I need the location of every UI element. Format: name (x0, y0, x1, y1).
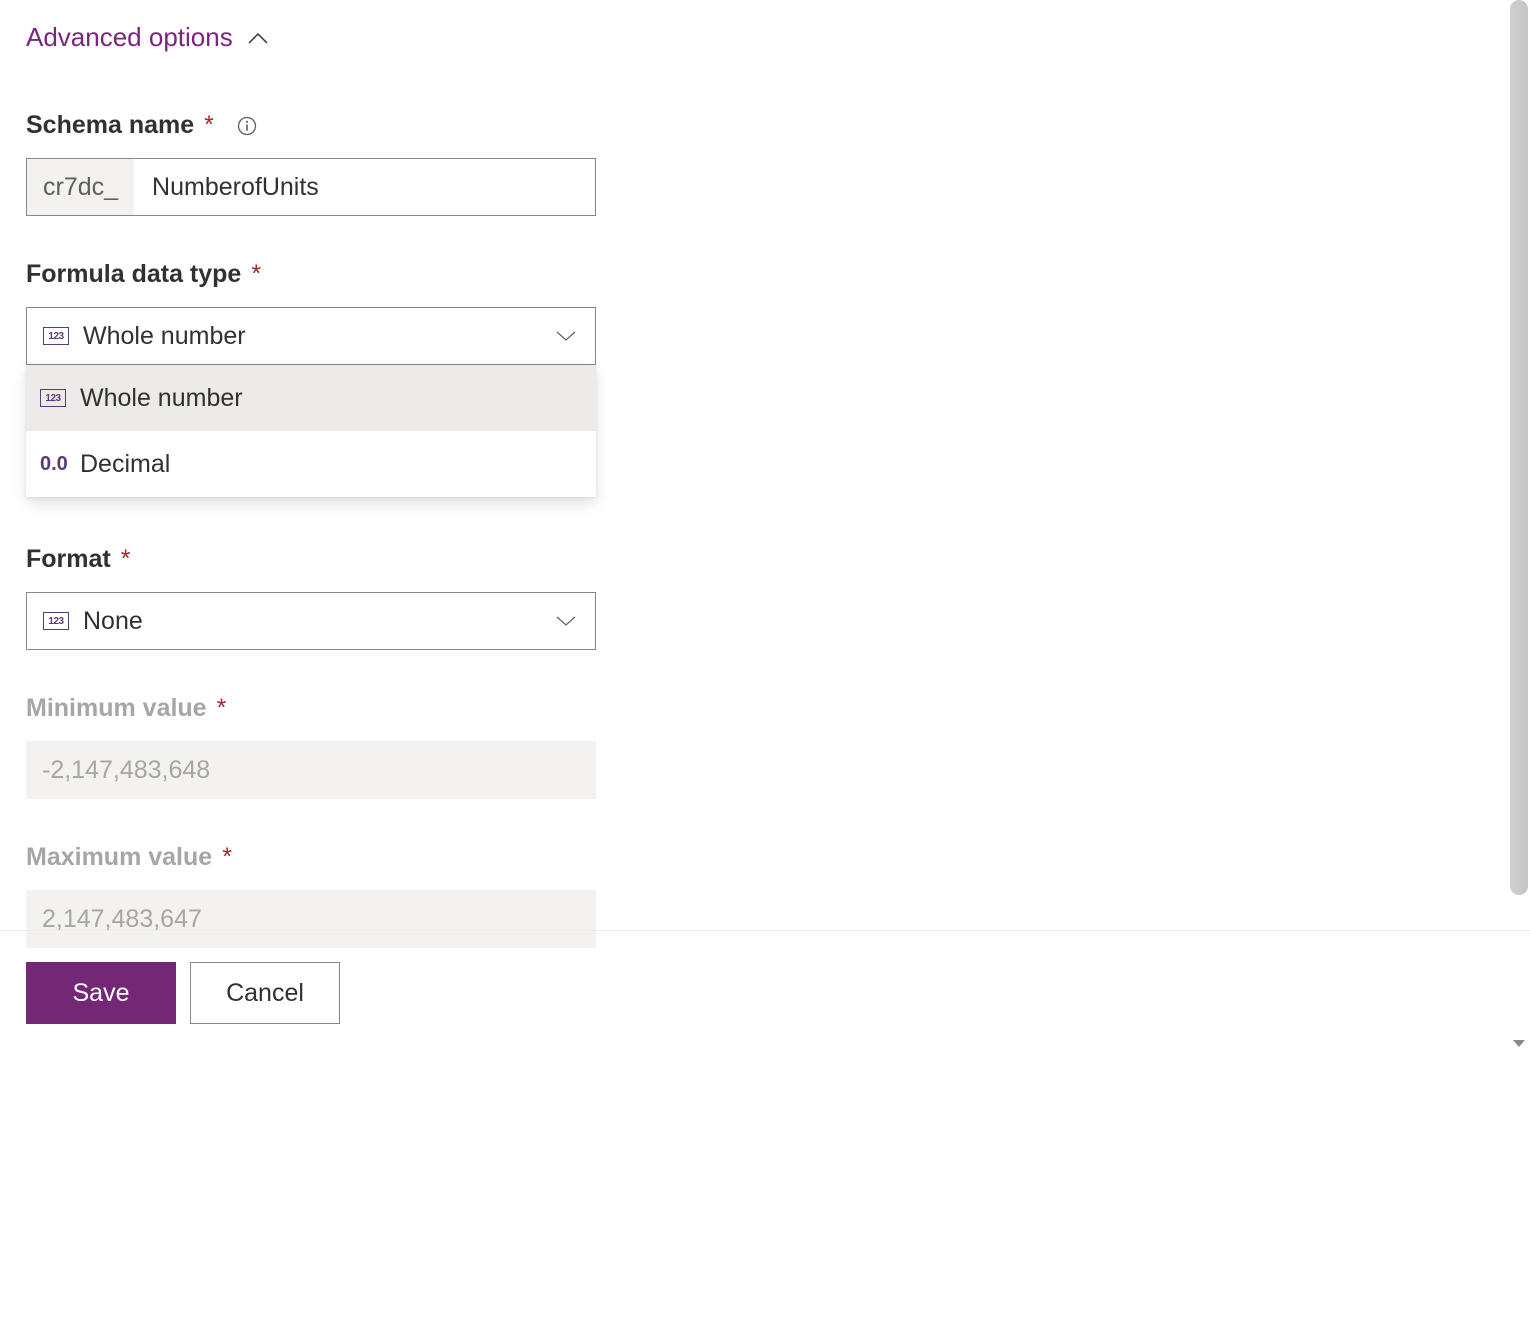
decimal-icon: 0.0 (40, 453, 70, 476)
max-value-input[interactable]: 2,147,483,647 (26, 890, 596, 948)
schema-name-label-row: Schema name * (26, 111, 1504, 140)
dropdown-option-decimal[interactable]: 0.0 Decimal (26, 431, 596, 497)
formula-data-type-field: Formula data type * 123 Whole number 123… (26, 260, 1504, 365)
required-marker: * (204, 111, 214, 140)
required-marker: * (222, 843, 232, 872)
format-label: Format (26, 545, 111, 574)
schema-name-field: Schema name * cr7dc_ (26, 111, 1504, 216)
maximum-value-field: Maximum value * 2,147,483,647 (26, 843, 1504, 948)
cancel-button[interactable]: Cancel (190, 962, 340, 1024)
min-value-input[interactable]: -2,147,483,648 (26, 741, 596, 799)
advanced-options-toggle[interactable]: Advanced options (26, 22, 1504, 53)
formula-type-select[interactable]: 123 Whole number 123 Whole number 0.0 De… (26, 307, 596, 365)
formula-type-selected: Whole number (83, 322, 553, 351)
max-label-row: Maximum value * (26, 843, 1504, 872)
format-select[interactable]: 123 None (26, 592, 596, 650)
minimum-value-field: Minimum value * -2,147,483,648 (26, 694, 1504, 799)
required-marker: * (251, 260, 261, 289)
format-label-row: Format * (26, 545, 1504, 574)
form-area: Advanced options Schema name * cr7dc_ Fo… (0, 0, 1530, 930)
number-icon: 123 (43, 327, 73, 345)
schema-name-label: Schema name (26, 111, 194, 140)
dropdown-option-label: Whole number (80, 384, 243, 413)
format-field: Format * 123 None (26, 545, 1504, 650)
formula-type-label: Formula data type (26, 260, 241, 289)
info-icon[interactable] (236, 115, 258, 137)
schema-name-input[interactable] (134, 159, 595, 215)
min-label-row: Minimum value * (26, 694, 1504, 723)
advanced-options-label: Advanced options (26, 22, 233, 53)
min-label: Minimum value (26, 694, 207, 723)
scrollbar-thumb[interactable] (1510, 0, 1528, 895)
chevron-down-icon (553, 608, 579, 634)
dropdown-option-whole-number[interactable]: 123 Whole number (26, 365, 596, 431)
formula-type-dropdown: 123 Whole number 0.0 Decimal (26, 365, 596, 497)
number-icon: 123 (43, 612, 73, 630)
formula-type-label-row: Formula data type * (26, 260, 1504, 289)
footer: Save Cancel (26, 962, 340, 1024)
required-marker: * (121, 545, 131, 574)
dropdown-option-label: Decimal (80, 450, 170, 479)
required-marker: * (217, 694, 227, 723)
scrollbar-down-arrow-icon[interactable] (1511, 1037, 1527, 1051)
number-icon: 123 (40, 389, 70, 407)
format-selected: None (83, 607, 553, 636)
max-label: Maximum value (26, 843, 212, 872)
scrollbar-track[interactable] (1508, 0, 1530, 1343)
save-button[interactable]: Save (26, 962, 176, 1024)
schema-prefix: cr7dc_ (27, 159, 134, 215)
schema-name-input-row: cr7dc_ (26, 158, 596, 216)
chevron-up-icon (247, 27, 269, 49)
footer-divider (0, 930, 1530, 931)
chevron-down-icon (553, 323, 579, 349)
